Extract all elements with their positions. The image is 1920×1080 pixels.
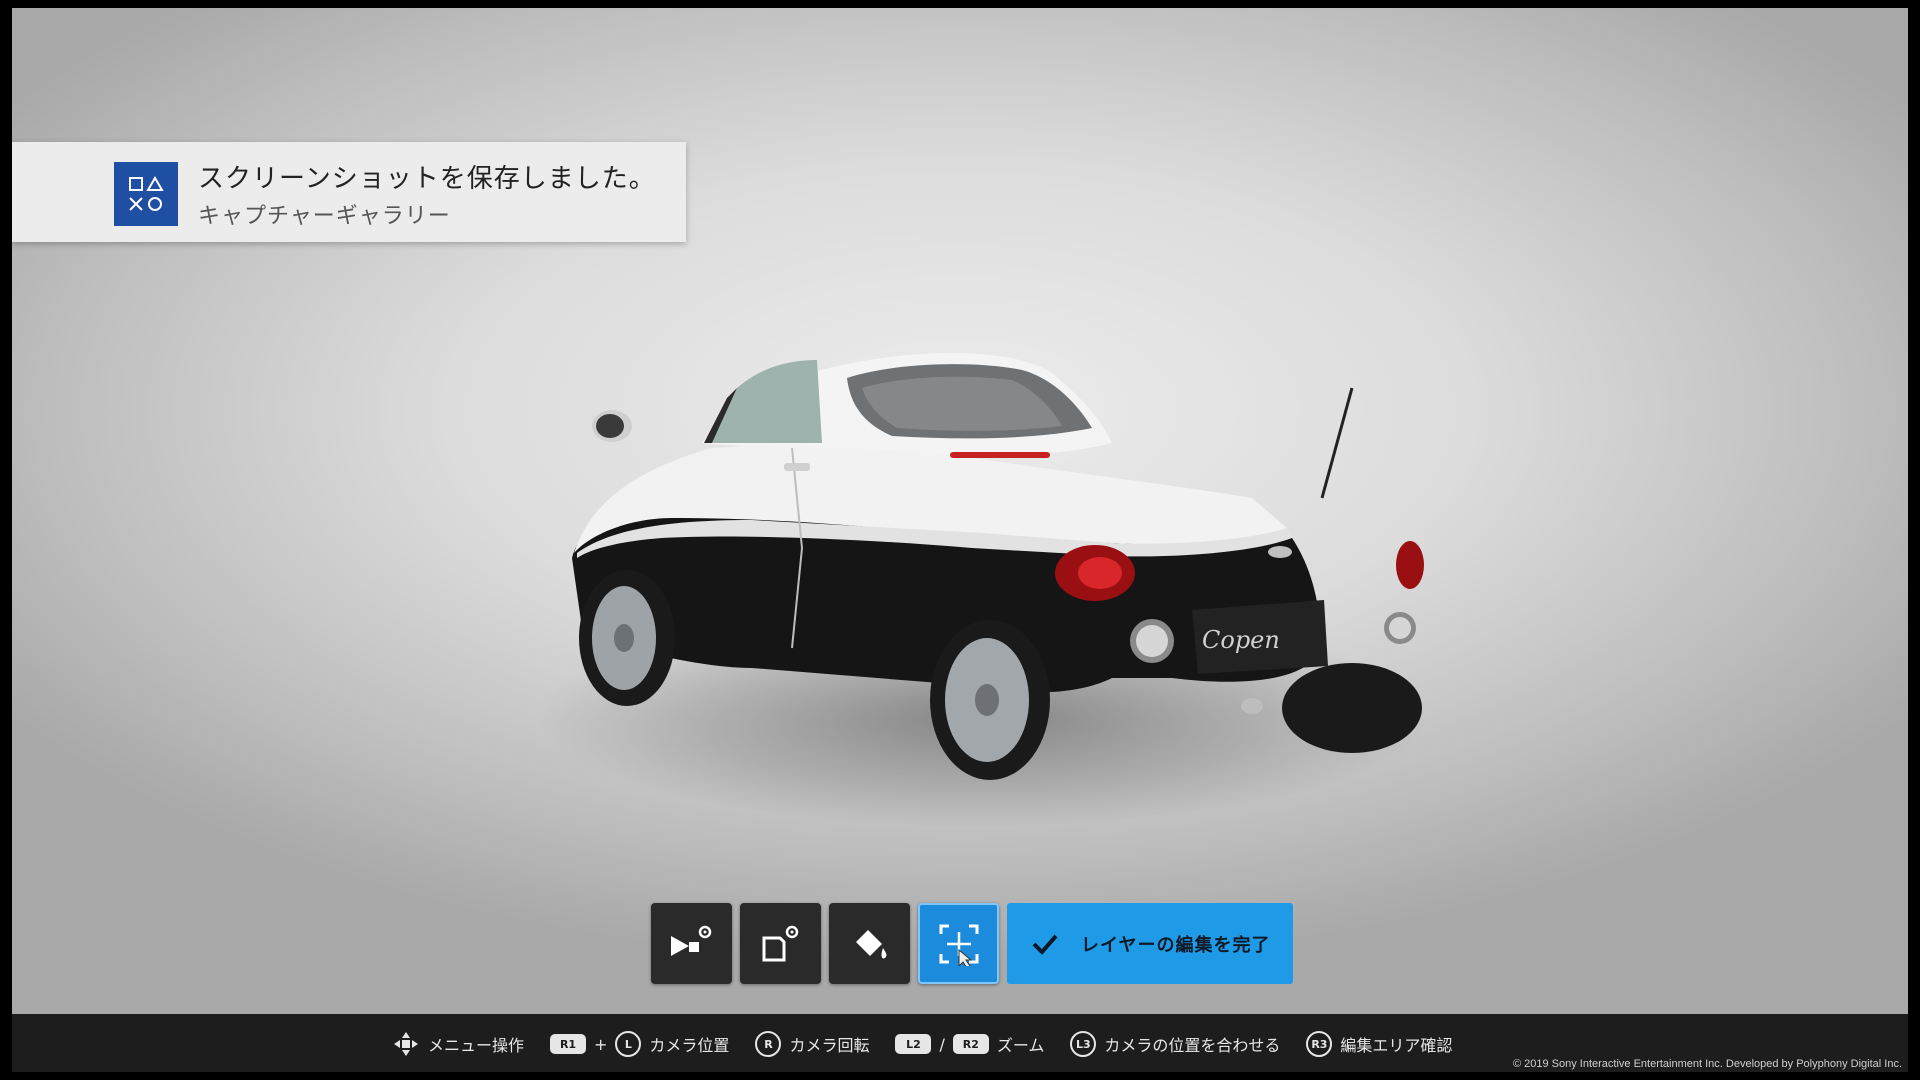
right-stick-icon: R [755,1031,782,1057]
layer-settings-button[interactable] [740,903,821,984]
hint-camera-position-label: カメラ位置 [649,1036,730,1055]
hint-camera-rotate-label: カメラ回転 [789,1036,870,1055]
move-layer-button[interactable] [918,903,999,984]
playstation-shapes-icon [114,162,178,226]
hint-camera-position: R1 + L カメラ位置 [550,1031,729,1057]
finish-label: レイヤーの編集を完了 [1081,934,1271,956]
plus-sign: + [594,1034,608,1054]
notification-title: スクリーンショットを保存しました。 [198,164,656,194]
viewport[interactable]: Copen スクリーンショットを保存しました。 キャプチャーギャラリー レイヤー… [12,8,1908,1014]
control-hints-bar: メニュー操作 R1 + L カメラ位置 R カメラ回転 L2 / R2 ズーム … [12,1014,1908,1072]
screenshot-notification: スクリーンショットを保存しました。 キャプチャーギャラリー [12,142,686,242]
paint-fill-button[interactable] [829,903,910,984]
hint-edit-area-label: 編集エリア確認 [1340,1036,1453,1055]
layer-settings-icon [762,925,798,961]
dpad-icon [394,1032,418,1056]
video-settings-button[interactable] [651,903,732,984]
left-stick-icon: L [615,1031,642,1057]
hint-zoom: L2 / R2 ズーム [895,1032,1044,1056]
r3-stick-icon: R3 [1306,1031,1333,1057]
slash-separator: / [939,1034,945,1054]
hint-menu-label: メニュー操作 [428,1036,525,1055]
hint-camera-rotate: R カメラ回転 [755,1031,869,1057]
notification-subtitle: キャプチャーギャラリー [198,204,451,229]
car-model: Copen [572,353,1424,780]
finish-layer-edit-button[interactable]: レイヤーの編集を完了 [1007,903,1293,984]
check-icon [1032,934,1058,955]
l2-button-icon: L2 [895,1034,932,1054]
move-layer-icon [939,924,978,966]
hint-camera-align-label: カメラの位置を合わせる [1104,1036,1281,1055]
l3-stick-icon: L3 [1070,1031,1097,1057]
paint-bucket-icon [855,929,886,959]
copen-badge: Copen [1202,626,1280,654]
hint-menu: メニュー操作 [392,1030,524,1058]
copyright-text: © 2019 Sony Interactive Entertainment In… [1512,1058,1902,1070]
layer-toolbar: レイヤーの編集を完了 [651,903,1293,985]
hint-zoom-label: ズーム [996,1036,1045,1055]
video-settings-icon [670,925,711,956]
r2-button-icon: R2 [952,1034,989,1054]
r1-button-icon: R1 [550,1034,587,1054]
hint-camera-align: L3 カメラの位置を合わせる [1070,1031,1280,1057]
hint-edit-area: R3 編集エリア確認 [1306,1031,1452,1057]
